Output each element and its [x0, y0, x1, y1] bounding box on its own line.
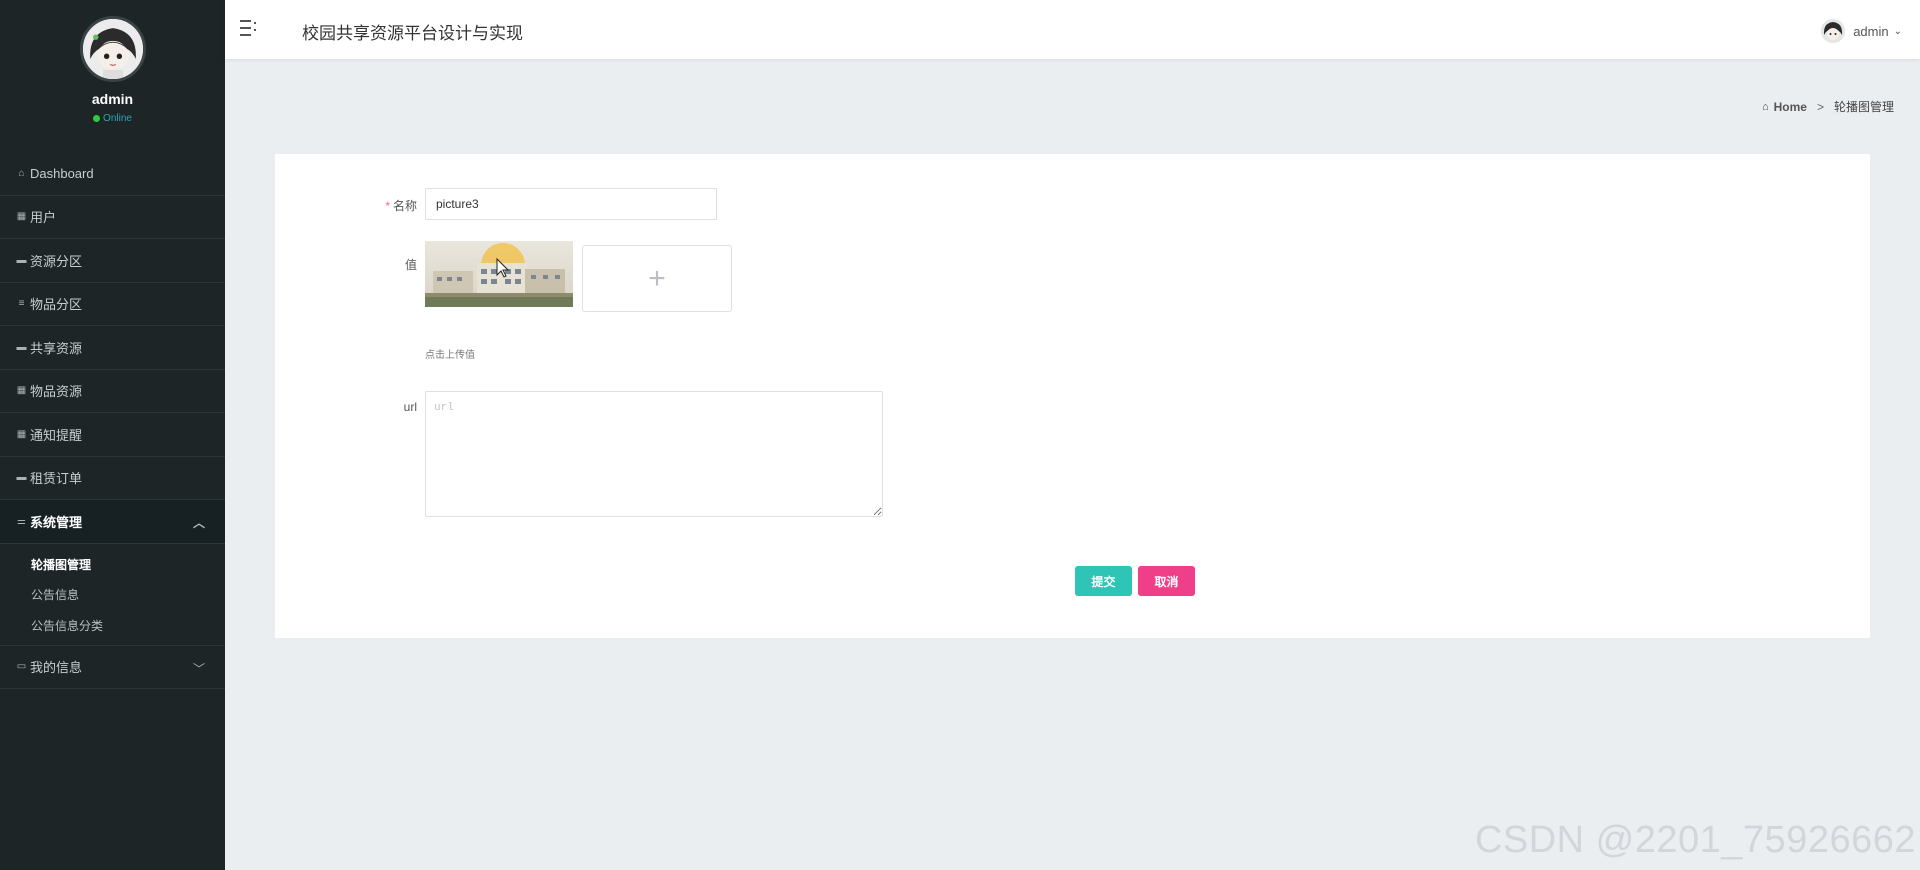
- comment-icon: ▬: [16, 472, 27, 484]
- grid-icon: ▦: [16, 385, 27, 397]
- sidebar-subitem-announcements[interactable]: 公告信息: [0, 580, 225, 611]
- value-label: 值: [404, 258, 417, 272]
- sidebar-item-dashboard[interactable]: ⌂ Dashboard: [0, 152, 225, 196]
- sidebar-item-my-info[interactable]: ▭ 我的信息 ﹀: [0, 645, 225, 689]
- sidebar-item-label: 系统管理: [30, 514, 83, 530]
- sidebar-item-label: 共享资源: [30, 340, 83, 356]
- chevron-up-icon: ︿: [192, 516, 205, 530]
- sidebar: admin Online ⌂ Dashboard ▦ 用户 ▬ 资源分区 ≡ 物…: [0, 0, 225, 870]
- grid-icon: ▦: [16, 428, 27, 440]
- avatar: [1821, 19, 1846, 43]
- uploaded-image-thumbnail[interactable]: [425, 241, 573, 307]
- grid-icon: ▦: [16, 211, 27, 223]
- upload-tip: 点击上传值: [425, 350, 475, 361]
- watermark: CSDN @2201_75926662: [1474, 819, 1916, 861]
- sidebar-item-label: 资源分区: [30, 253, 83, 269]
- chevron-down-icon: ⌄: [1893, 25, 1902, 37]
- name-label: * 名称: [357, 197, 417, 214]
- chevron-down-icon: ﹀: [192, 662, 205, 676]
- sidebar-item-shared-resources[interactable]: ▬ 共享资源: [0, 326, 225, 370]
- sidebar-item-goods-zone[interactable]: ≡ 物品分区: [0, 283, 225, 326]
- home-icon: ⌂: [18, 167, 25, 179]
- status-badge: Online: [0, 113, 225, 124]
- url-textarea[interactable]: [425, 391, 883, 517]
- breadcrumb-current: 轮播图管理: [1833, 100, 1894, 114]
- user-menu[interactable]: admin ⌄: [1821, 19, 1902, 43]
- card-icon: ▭: [16, 661, 27, 673]
- status-text: Online: [103, 113, 132, 124]
- name-input[interactable]: [425, 188, 717, 220]
- sidebar-item-system-management[interactable]: ⚌ 系统管理 ︿: [0, 500, 225, 544]
- profile-name: admin: [91, 91, 134, 107]
- sliders-icon: ⚌: [17, 515, 26, 527]
- sidebar-item-label: 物品分区: [30, 297, 83, 313]
- online-dot-icon: [93, 114, 101, 122]
- profile: admin Online: [0, 0, 225, 152]
- system-submenu: 轮播图管理 公告信息 公告信息分类: [0, 544, 225, 646]
- list-icon: ≡: [18, 298, 25, 310]
- sidebar-item-notifications[interactable]: ▦ 通知提醒: [0, 413, 225, 457]
- sidebar-item-label: 用户: [30, 210, 57, 226]
- url-label: url: [403, 400, 417, 414]
- sidebar-subitem-announcement-categories[interactable]: 公告信息分类: [0, 611, 225, 642]
- plus-icon: +: [648, 261, 666, 295]
- comment-icon: ▬: [16, 254, 27, 266]
- home-icon: ⌂: [1761, 100, 1769, 113]
- breadcrumb: ⌂ Home > 轮播图管理: [1762, 98, 1894, 115]
- avatar[interactable]: [79, 16, 146, 82]
- sidebar-item-label: 通知提醒: [30, 427, 83, 443]
- sidebar-item-label: Dashboard: [30, 165, 94, 181]
- menu-toggle-icon[interactable]: [240, 19, 258, 39]
- comment-icon: ▬: [16, 341, 27, 353]
- form-card: *名称 值 + 点击上传值: [275, 154, 1870, 638]
- sidebar-item-label: 我的信息: [30, 660, 83, 676]
- required-mark: *: [385, 199, 390, 213]
- submit-button[interactable]: 提交: [1075, 566, 1132, 596]
- sidebar-item-goods-resources[interactable]: ▦ 物品资源: [0, 370, 225, 413]
- sidebar-item-label: 物品资源: [30, 384, 83, 400]
- name-label-text: 名称: [392, 199, 417, 213]
- upload-button[interactable]: +: [582, 245, 732, 312]
- sidebar-item-resource-zone[interactable]: ▬ 资源分区: [0, 239, 225, 283]
- breadcrumb-home[interactable]: Home: [1774, 100, 1807, 114]
- top-header: 校园共享资源平台设计与实现 admin ⌄: [225, 0, 1920, 59]
- sidebar-item-label: 租赁订单: [30, 471, 83, 487]
- breadcrumb-separator: >: [1816, 99, 1824, 114]
- user-name: admin: [1853, 23, 1889, 39]
- cancel-button[interactable]: 取消: [1138, 566, 1195, 596]
- sidebar-subitem-carousel[interactable]: 轮播图管理: [0, 550, 225, 581]
- sidebar-item-users[interactable]: ▦ 用户: [0, 196, 225, 239]
- app-title: 校园共享资源平台设计与实现: [302, 24, 523, 43]
- sidebar-item-rental-orders[interactable]: ▬ 租赁订单: [0, 457, 225, 500]
